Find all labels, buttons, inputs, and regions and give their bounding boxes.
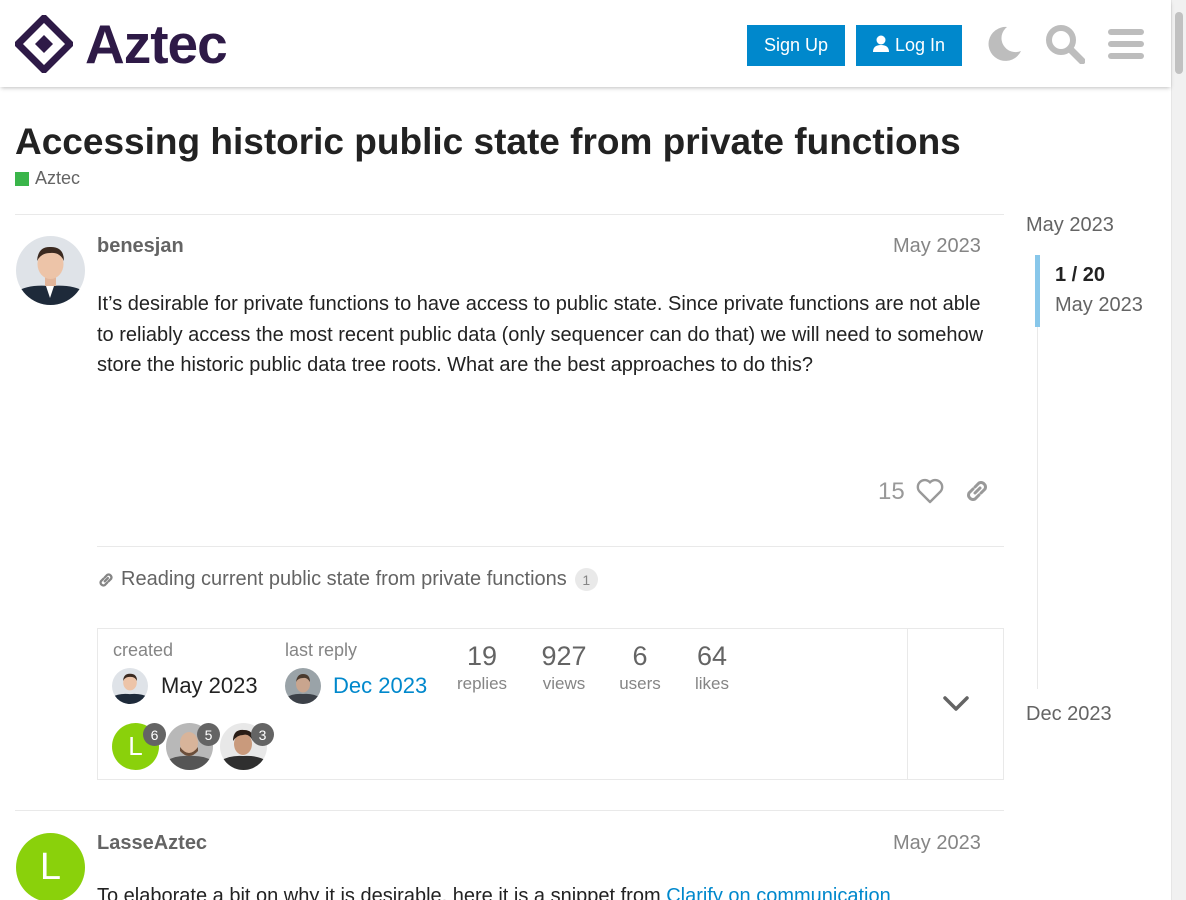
post-username[interactable]: LasseAztec [97, 832, 207, 855]
moon-icon [988, 26, 1021, 61]
avatar[interactable] [16, 236, 85, 305]
last-reply-label: last reply [285, 640, 358, 660]
post-username[interactable]: benesjan [97, 235, 184, 258]
post-date[interactable]: May 2023 [893, 832, 981, 855]
user-photo-icon [112, 668, 148, 704]
timeline-position: 1 / 20 [1055, 264, 1106, 286]
menu-icon [1108, 29, 1144, 59]
last-reply-avatar[interactable] [285, 668, 321, 704]
creator-avatar[interactable] [112, 668, 148, 704]
scrollbar-thumb[interactable] [1175, 12, 1183, 74]
stat-label: views [542, 674, 586, 693]
like-button[interactable] [916, 478, 944, 509]
search-button[interactable] [1043, 22, 1087, 66]
link-icon [967, 481, 987, 501]
category-link[interactable]: Aztec [15, 168, 80, 189]
likes-stat: 64 likes [687, 641, 737, 694]
avatar-letter: L [39, 846, 62, 888]
share-link-button[interactable] [963, 477, 991, 510]
site-header: Aztec Sign Up Log In [0, 0, 1171, 87]
chevron-down-icon [942, 696, 969, 711]
users-stat: 6 users [612, 641, 668, 694]
post-body-text: To elaborate a bit on why it is desirabl… [97, 885, 667, 900]
timeline-position-date: May 2023 [1055, 294, 1143, 316]
participant-post-count: 6 [143, 723, 166, 746]
last-reply-date[interactable]: Dec 2023 [333, 673, 427, 699]
linked-topic-clicks-badge: 1 [574, 568, 598, 591]
created-label: created [113, 640, 174, 660]
user-photo-icon [16, 236, 85, 305]
stat-value: 19 [466, 641, 498, 671]
created-date[interactable]: May 2023 [161, 673, 258, 699]
post-links-divider [97, 546, 1004, 547]
stat-value: 927 [541, 641, 587, 671]
page-scrollbar[interactable] [1171, 0, 1186, 900]
aztec-logo-icon [15, 15, 73, 73]
participant-post-count: 3 [251, 723, 274, 746]
stat-label: users [619, 674, 661, 693]
replies-stat: 19 replies [451, 641, 513, 694]
log-in-label: Log In [894, 35, 946, 55]
participant-post-count: 5 [197, 723, 220, 746]
post-body-link[interactable]: Clarify on communication [666, 885, 891, 900]
logo-text: Aztec [85, 12, 228, 75]
search-icon [1046, 25, 1085, 64]
site-logo[interactable]: Aztec [15, 12, 228, 75]
linked-topic[interactable]: Reading current public state from privat… [97, 568, 598, 591]
category-color-badge [15, 171, 29, 186]
timeline-end-date[interactable]: Dec 2023 [1026, 703, 1112, 726]
link-icon [99, 572, 113, 587]
sign-up-button[interactable]: Sign Up [747, 25, 845, 66]
stat-label: likes [694, 674, 729, 693]
timeline-handle[interactable] [1035, 255, 1040, 327]
stat-value: 6 [632, 641, 648, 671]
views-stat: 927 views [534, 641, 594, 694]
timeline-start-date[interactable]: May 2023 [1026, 214, 1114, 237]
stat-value: 64 [696, 641, 728, 671]
post-divider [15, 214, 1004, 215]
category-name: Aztec [35, 168, 81, 188]
avatar-letter: L [128, 731, 143, 761]
linked-topic-title: Reading current public state from privat… [121, 568, 567, 590]
topic-summary: created May 2023 last reply Dec 2023 19 … [97, 628, 1004, 780]
post-divider [15, 810, 1004, 811]
expand-summary-button[interactable] [907, 629, 1003, 779]
topic-title[interactable]: Accessing historic public state from pri… [15, 121, 961, 163]
log-in-button[interactable]: Log In [856, 25, 962, 66]
post-date[interactable]: May 2023 [893, 235, 981, 258]
user-icon [872, 35, 889, 57]
hamburger-menu-button[interactable] [1104, 22, 1148, 66]
post-body: It’s desirable for private functions to … [97, 293, 984, 376]
dark-mode-toggle[interactable] [982, 22, 1026, 66]
stat-label: replies [456, 674, 508, 693]
heart-icon [916, 478, 944, 504]
post-body: To elaborate a bit on why it is desirabl… [97, 881, 987, 900]
avatar[interactable]: L [16, 833, 85, 900]
like-count[interactable]: 15 [878, 478, 905, 506]
user-photo-icon [285, 668, 321, 704]
